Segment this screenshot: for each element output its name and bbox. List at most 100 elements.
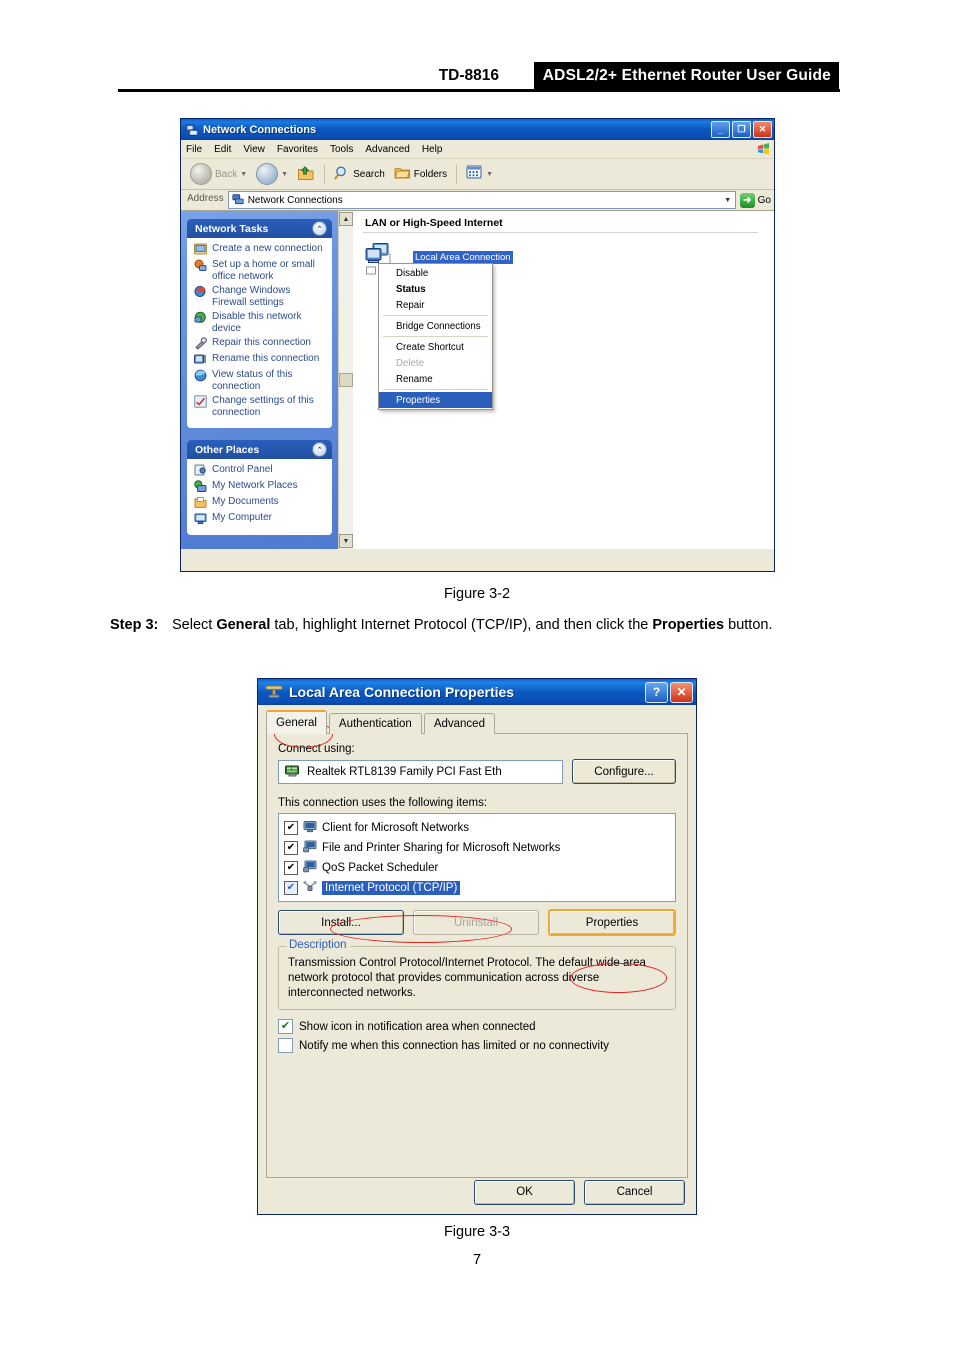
local-area-connection-properties-dialog: Local Area Connection Properties ? ✕ Gen… bbox=[257, 678, 697, 1215]
panel-header-other-places[interactable]: Other Places ⌃ bbox=[187, 440, 332, 459]
task-setup-home-network[interactable]: Set up a home or small office network bbox=[194, 259, 326, 282]
go-arrow-icon: ➜ bbox=[739, 192, 755, 208]
close-button[interactable]: ✕ bbox=[670, 681, 693, 703]
context-menu-item-create-shortcut[interactable]: Create Shortcut bbox=[379, 339, 492, 355]
page-number: 7 bbox=[472, 1252, 482, 1268]
option-show-icon[interactable]: ✔ Show icon in notification area when co… bbox=[278, 1019, 676, 1034]
go-button[interactable]: ➜ Go bbox=[739, 192, 771, 208]
description-group: Description Transmission Control Protoco… bbox=[278, 939, 676, 1010]
option-label: Show icon in notification area when conn… bbox=[299, 1020, 536, 1033]
context-menu-separator bbox=[383, 389, 488, 390]
minimize-button[interactable]: _ bbox=[711, 121, 730, 138]
firewall-icon bbox=[194, 285, 207, 298]
collapse-chevron-icon[interactable]: ⌃ bbox=[312, 442, 327, 457]
task-create-new-connection[interactable]: Create a new connection bbox=[194, 243, 326, 256]
option-notify-limited-connectivity[interactable]: Notify me when this connection has limit… bbox=[278, 1038, 676, 1053]
task-disable-network-device[interactable]: Disable this network device bbox=[194, 311, 326, 334]
new-connection-icon bbox=[194, 243, 207, 256]
checkbox-internet-protocol-tcpip[interactable]: ✔ bbox=[284, 881, 298, 895]
task-change-firewall-settings[interactable]: Change Windows Firewall settings bbox=[194, 285, 326, 308]
checkbox-file-and-printer-sharing[interactable]: ✔ bbox=[284, 841, 298, 855]
vertical-scrollbar[interactable]: ▲ ▼ bbox=[338, 211, 353, 549]
checkbox-notify-limited-connectivity[interactable] bbox=[278, 1038, 293, 1053]
my-computer-icon bbox=[194, 512, 207, 525]
context-menu-item-repair[interactable]: Repair bbox=[379, 297, 492, 313]
task-label: Set up a home or small office network bbox=[212, 259, 315, 282]
place-my-computer[interactable]: My Computer bbox=[194, 512, 326, 525]
tab-advanced[interactable]: Advanced bbox=[423, 713, 495, 734]
up-button[interactable] bbox=[294, 161, 318, 187]
menu-item-tools[interactable]: Tools bbox=[330, 144, 353, 155]
task-label: Repair this connection bbox=[212, 337, 311, 348]
task-view-status[interactable]: View status of this connection bbox=[194, 369, 326, 392]
checkbox-show-icon-notification-area[interactable]: ✔ bbox=[278, 1019, 293, 1034]
context-menu-item-rename[interactable]: Rename bbox=[379, 371, 492, 387]
place-control-panel[interactable]: Control Panel bbox=[194, 464, 326, 477]
menu-item-file[interactable]: File bbox=[186, 144, 202, 155]
disable-device-icon bbox=[194, 311, 207, 324]
menu-item-advanced[interactable]: Advanced bbox=[365, 144, 409, 155]
views-button[interactable]: ▼ bbox=[463, 161, 496, 187]
checkbox-client-for-microsoft-networks[interactable]: ✔ bbox=[284, 821, 298, 835]
properties-button[interactable]: Properties bbox=[548, 909, 676, 936]
context-menu-item-bridge-connections[interactable]: Bridge Connections bbox=[379, 318, 492, 334]
task-change-settings[interactable]: Change settings of this connection bbox=[194, 395, 326, 418]
install-button[interactable]: Install... bbox=[278, 910, 404, 935]
context-menu-item-properties[interactable]: Properties bbox=[379, 392, 492, 408]
chevron-down-icon: ▼ bbox=[281, 170, 289, 178]
list-item-label: QoS Packet Scheduler bbox=[322, 862, 439, 874]
ok-button[interactable]: OK bbox=[474, 1179, 575, 1205]
forward-button[interactable]: ▼ bbox=[253, 161, 291, 187]
help-button[interactable]: ? bbox=[645, 681, 668, 703]
list-item[interactable]: ✔ QoS Packet Scheduler bbox=[284, 858, 672, 878]
place-label: My Computer bbox=[212, 512, 273, 523]
menu-item-favorites[interactable]: Favorites bbox=[277, 144, 318, 155]
ok-button-label: OK bbox=[516, 1186, 533, 1198]
network-places-icon bbox=[194, 480, 207, 493]
forward-arrow-icon bbox=[256, 163, 279, 185]
content-pane: LAN or High-Speed Internet Local Area Co… bbox=[353, 211, 774, 549]
configure-button[interactable]: Configure... bbox=[572, 759, 676, 784]
install-button-label: Install... bbox=[321, 916, 361, 929]
address-input[interactable]: Network Connections ▼ bbox=[227, 191, 736, 209]
tab-panel-general: Connect using: Realtek RTL8139 Family PC… bbox=[266, 733, 688, 1178]
list-item[interactable]: ✔ Client for Microsoft Networks bbox=[284, 818, 672, 838]
scroll-up-button[interactable]: ▲ bbox=[339, 212, 353, 226]
close-button[interactable]: ✕ bbox=[753, 121, 772, 138]
menu-item-edit[interactable]: Edit bbox=[214, 144, 231, 155]
back-button[interactable]: Back ▼ bbox=[187, 161, 250, 187]
components-listbox[interactable]: ✔ Client for Microsoft Networks ✔ File a… bbox=[278, 813, 676, 902]
control-panel-icon bbox=[194, 464, 207, 477]
menu-item-view[interactable]: View bbox=[243, 144, 265, 155]
context-menu-item-status[interactable]: Status bbox=[379, 281, 492, 297]
chevron-down-icon[interactable]: ▼ bbox=[721, 193, 735, 207]
panel-body-network-tasks: Create a new connection Set up a home or… bbox=[187, 238, 332, 428]
menu-item-help[interactable]: Help bbox=[422, 144, 443, 155]
list-item[interactable]: ✔ Internet Protocol (TCP/IP) bbox=[284, 878, 672, 898]
context-menu-item-disable[interactable]: Disable bbox=[379, 265, 492, 281]
task-repair-connection[interactable]: Repair this connection bbox=[194, 337, 326, 350]
cancel-button[interactable]: Cancel bbox=[584, 1179, 685, 1205]
folders-button[interactable]: Folders bbox=[391, 161, 450, 187]
toolbar-separator bbox=[456, 164, 458, 184]
step-text-part-3: button. bbox=[724, 617, 773, 633]
tab-authentication[interactable]: Authentication bbox=[328, 713, 422, 734]
toolbar-separator bbox=[324, 164, 326, 184]
status-icon bbox=[194, 369, 207, 382]
search-button[interactable]: Search bbox=[331, 161, 388, 187]
uninstall-button: Uninstall bbox=[413, 910, 539, 935]
place-my-documents[interactable]: My Documents bbox=[194, 496, 326, 509]
place-my-network-places[interactable]: My Network Places bbox=[194, 480, 326, 493]
scroll-down-button[interactable]: ▼ bbox=[339, 534, 353, 548]
scrollbar-thumb[interactable] bbox=[339, 373, 353, 387]
task-rename-connection[interactable]: Rename this connection bbox=[194, 353, 326, 366]
collapse-chevron-icon[interactable]: ⌃ bbox=[312, 221, 327, 236]
place-label: Control Panel bbox=[212, 464, 273, 475]
list-item[interactable]: ✔ File and Printer Sharing for Microsoft… bbox=[284, 838, 672, 858]
checkbox-qos-packet-scheduler[interactable]: ✔ bbox=[284, 861, 298, 875]
panel-header-network-tasks[interactable]: Network Tasks ⌃ bbox=[187, 219, 332, 238]
figure-3-3-caption: Figure 3-3 bbox=[443, 1224, 511, 1240]
window-titlebar: Network Connections _ ❐ ✕ bbox=[181, 119, 774, 140]
tab-general[interactable]: General bbox=[266, 710, 327, 734]
maximize-button[interactable]: ❐ bbox=[732, 121, 751, 138]
